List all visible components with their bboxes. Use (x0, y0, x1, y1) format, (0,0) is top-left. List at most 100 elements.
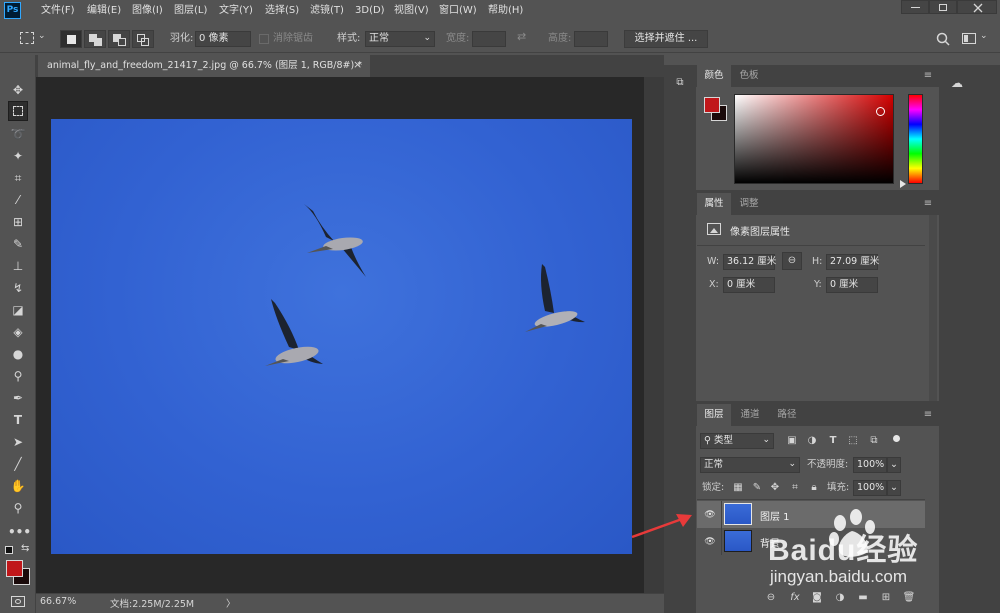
opacity-field[interactable]: 100% (853, 457, 887, 473)
type-tool-icon[interactable]: T (8, 410, 28, 430)
lock-artboard-icon[interactable]: ⌗ (788, 481, 802, 495)
subtract-selection-button[interactable] (108, 30, 130, 48)
history-panel-icon[interactable]: ⧉ (672, 75, 688, 91)
zoom-tool-icon[interactable]: ⚲ (8, 498, 28, 518)
layer-name[interactable]: 背景 (760, 535, 780, 550)
intersect-selection-button[interactable] (132, 30, 154, 48)
panel-menu-icon[interactable]: ≡ (921, 65, 935, 87)
eraser-tool-icon[interactable]: ◪ (8, 300, 28, 320)
filter-type-icon[interactable]: T (826, 434, 840, 448)
adjustment-layer-icon[interactable]: ◑ (833, 591, 847, 605)
menu-help[interactable]: 帮助(H) (488, 0, 523, 22)
blend-mode-select[interactable]: 正常 ⌄ (700, 457, 800, 473)
select-and-mask-button[interactable]: 选择并遮住 ... (624, 30, 708, 48)
fill-field[interactable]: 100% (853, 480, 887, 496)
search-icon[interactable] (936, 32, 950, 46)
tab-adjustments[interactable]: 调整 (731, 193, 767, 215)
filter-toggle-icon[interactable] (893, 435, 900, 442)
close-button[interactable] (957, 0, 997, 14)
menu-image[interactable]: 图像(I) (132, 0, 163, 22)
filter-adjustment-icon[interactable]: ◑ (805, 434, 819, 448)
foreground-color-swatch[interactable] (6, 560, 23, 577)
menu-layer[interactable]: 图层(L) (174, 0, 207, 22)
lock-image-icon[interactable]: ✎ (750, 481, 764, 495)
color-picker-cursor[interactable] (876, 107, 885, 116)
menu-window[interactable]: 窗口(W) (439, 0, 477, 22)
trash-icon[interactable]: 🗑︎ (902, 591, 916, 605)
rectangular-marquee-tool-icon[interactable] (8, 101, 28, 121)
swap-colors-icon[interactable]: ⇆ (21, 543, 29, 554)
creative-cloud-libraries-icon[interactable]: ☁ (946, 75, 968, 91)
link-layers-icon[interactable]: ⊖ (764, 591, 778, 605)
document-image[interactable] (51, 119, 632, 554)
marquee-tool-preset-icon[interactable] (20, 32, 34, 44)
tab-color[interactable]: 颜色 (697, 65, 731, 87)
x-value-field[interactable]: 0 厘米 (723, 277, 775, 293)
color-panel-foreground-swatch[interactable] (704, 97, 720, 113)
add-mask-icon[interactable]: ◙ (810, 591, 824, 605)
menu-3d[interactable]: 3D(D) (355, 0, 385, 22)
feather-input[interactable]: 0 像素 (195, 31, 251, 47)
status-menu-icon[interactable]: 〉 (226, 596, 236, 610)
width-input[interactable] (472, 31, 506, 47)
clone-stamp-tool-icon[interactable]: ⊥ (8, 256, 28, 276)
eyedropper-tool-icon[interactable]: ⁄ (8, 190, 28, 210)
blur-tool-icon[interactable]: ● (8, 344, 28, 364)
tab-swatches[interactable]: 色板 (731, 65, 767, 87)
healing-brush-tool-icon[interactable]: ⊞ (8, 212, 28, 232)
group-folder-icon[interactable]: ▬ (856, 591, 870, 605)
layer-row-1[interactable]: 👁︎ 图层 1 (697, 501, 925, 528)
document-tab[interactable]: animal_fly_and_freedom_21417_2.jpg @ 66.… (38, 55, 370, 77)
minimize-button[interactable] (901, 0, 929, 14)
menu-edit[interactable]: 编辑(E) (87, 0, 121, 22)
pen-tool-icon[interactable]: ✒ (8, 388, 28, 408)
zoom-level[interactable]: 66.67% (40, 596, 76, 607)
close-tab-icon[interactable]: × (353, 58, 362, 71)
quick-mask-icon[interactable] (11, 596, 25, 607)
eye-icon[interactable]: 👁︎ (703, 535, 717, 549)
tab-properties[interactable]: 属性 (697, 193, 731, 215)
filter-smart-object-icon[interactable]: ⧉ (867, 434, 881, 448)
width-value-field[interactable]: 36.12 厘米 (723, 254, 776, 270)
menu-file[interactable]: 文件(F) (41, 0, 75, 22)
chevron-down-icon[interactable]: ⌄ (38, 31, 46, 41)
hue-slider[interactable] (908, 94, 923, 184)
chevron-down-icon[interactable]: ⌄ (980, 31, 988, 41)
style-select[interactable]: 正常 ⌄ (365, 31, 435, 47)
lock-all-icon[interactable]: 🔒︎ (807, 481, 821, 495)
menu-filter[interactable]: 滤镜(T) (310, 0, 344, 22)
panel-menu-icon[interactable]: ≡ (921, 193, 935, 215)
add-selection-button[interactable] (84, 30, 106, 48)
path-selection-tool-icon[interactable]: ➤ (8, 432, 28, 452)
swap-dimensions-icon[interactable]: ⇄ (517, 30, 526, 43)
layer-filter-select[interactable]: ⚲ 类型 ⌄ (700, 433, 774, 449)
chevron-down-icon[interactable]: ⌄ (887, 480, 901, 496)
lock-position-icon[interactable]: ✥ (768, 481, 782, 495)
eye-icon[interactable]: 👁︎ (703, 508, 717, 522)
dodge-tool-icon[interactable]: ⚲ (8, 366, 28, 386)
layer-row-background[interactable]: 👁︎ 背景 (697, 528, 925, 555)
paint-bucket-tool-icon[interactable]: ◈ (8, 322, 28, 342)
height-input[interactable] (574, 31, 608, 47)
menu-select[interactable]: 选择(S) (265, 0, 299, 22)
hue-slider-handle[interactable] (900, 180, 906, 188)
maximize-button[interactable] (929, 0, 957, 14)
hand-tool-icon[interactable]: ✋ (8, 476, 28, 496)
height-value-field[interactable]: 27.09 厘米 (826, 254, 879, 270)
default-colors-icon[interactable] (5, 546, 13, 554)
move-tool-icon[interactable]: ✥ (8, 80, 28, 100)
filter-shape-icon[interactable]: ⬚ (846, 434, 860, 448)
antialias-checkbox[interactable] (259, 34, 269, 44)
tab-layers[interactable]: 图层 (697, 404, 731, 426)
lasso-tool-icon[interactable]: ➰ (8, 124, 28, 144)
new-layer-icon[interactable]: ⊞ (879, 591, 893, 605)
crop-tool-icon[interactable]: ⌗ (8, 168, 28, 188)
brush-tool-icon[interactable]: ✎ (8, 234, 28, 254)
more-tools-icon[interactable]: ••• (8, 522, 31, 542)
link-icon[interactable]: ⊖ (782, 252, 802, 270)
new-selection-button[interactable] (60, 30, 82, 48)
menu-type[interactable]: 文字(Y) (219, 0, 253, 22)
menu-view[interactable]: 视图(V) (394, 0, 429, 22)
properties-scrollbar[interactable] (929, 215, 937, 401)
tab-channels[interactable]: 通道 (731, 404, 769, 426)
